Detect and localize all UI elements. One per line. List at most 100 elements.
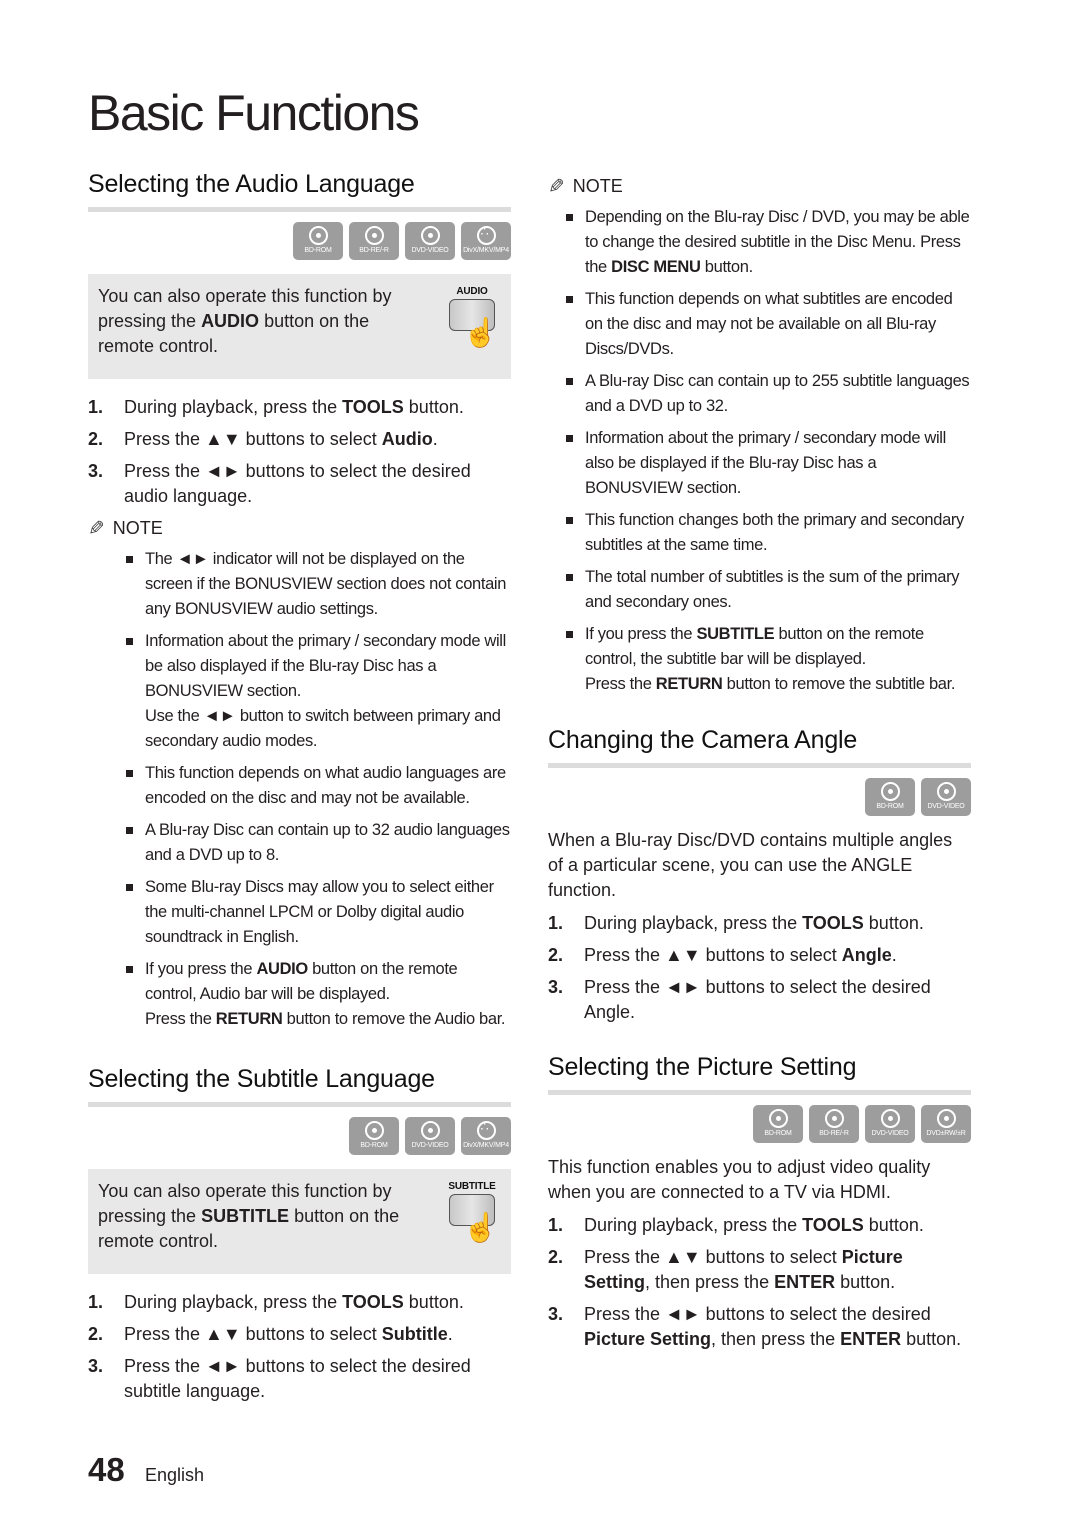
pencil-icon: ✎ bbox=[548, 176, 565, 198]
dvd-video-icon: DVD-VIDEO bbox=[921, 778, 971, 816]
text-run: Press the ▲▼ buttons to select bbox=[584, 1247, 842, 1267]
bullet-square-icon bbox=[566, 574, 573, 581]
bd-rom-icon: BD-ROM bbox=[349, 1117, 399, 1155]
note-item: This function depends on what subtitles … bbox=[528, 287, 971, 362]
disc-compat-icons: BD-ROM DVD-VIDEO DivX/MKV/MP4 bbox=[88, 1117, 511, 1157]
disc-glyph-icon bbox=[308, 226, 328, 245]
pencil-icon: ✎ bbox=[88, 518, 105, 540]
text-run: Some Blu-ray Discs may allow you to sele… bbox=[145, 878, 494, 946]
text-run: , then press the bbox=[711, 1329, 841, 1349]
bold-term: ENTER bbox=[840, 1329, 902, 1349]
text-run: button. bbox=[901, 1329, 962, 1349]
text-run: Information about the primary / secondar… bbox=[145, 632, 506, 700]
intro-paragraph: This function enables you to adjust vide… bbox=[548, 1157, 931, 1202]
step-number: 3. bbox=[88, 461, 104, 481]
dvd-video-icon: DVD-VIDEO bbox=[405, 222, 455, 260]
text-run: A Blu-ray Disc can contain up to 32 audi… bbox=[145, 821, 510, 864]
bullet-square-icon bbox=[126, 770, 133, 777]
disc-glyph-icon bbox=[364, 1121, 384, 1140]
step-item: 2. Press the ▲▼ buttons to select Angle. bbox=[548, 943, 971, 968]
bold-term: RETURN bbox=[655, 675, 723, 693]
step-number: 1. bbox=[548, 1215, 564, 1235]
bd-rom-icon: BD-ROM bbox=[293, 222, 343, 260]
text-run: This function depends on what subtitles … bbox=[585, 290, 953, 358]
note-label: NOTE bbox=[112, 518, 163, 538]
text-run: Press the ◄► buttons to select the desir… bbox=[124, 1356, 471, 1401]
bold-term: SUBTITLE bbox=[696, 625, 775, 643]
step-item: 3. Press the ◄► buttons to select the des… bbox=[548, 975, 971, 1025]
dvd-rw-r-icon: DVD±RW/±R bbox=[921, 1105, 971, 1143]
step-item: 1. During playback, press the TOOLS butto… bbox=[88, 395, 511, 420]
disc-glyph-icon bbox=[824, 1109, 844, 1128]
icon-label: DVD-VIDEO bbox=[411, 1142, 449, 1149]
section-heading: Selecting the Picture Setting bbox=[548, 1053, 971, 1095]
icon-label: DVD-VIDEO bbox=[927, 803, 965, 810]
notes-list: The ◄► indicator will not be displayed o… bbox=[88, 547, 511, 1032]
text-run: . bbox=[432, 429, 438, 449]
text-run: Press the ▲▼ buttons to select bbox=[124, 429, 382, 449]
steps-list: 1. During playback, press the TOOLS butto… bbox=[548, 911, 971, 1025]
bullet-square-icon bbox=[566, 296, 573, 303]
bold-term: Audio bbox=[381, 429, 433, 449]
text-run: Press the bbox=[145, 1010, 216, 1028]
page-title: Basic Functions bbox=[88, 85, 420, 141]
step-number: 3. bbox=[548, 977, 564, 997]
text-run: Press the ◄► buttons to select the desir… bbox=[124, 461, 471, 506]
note-item: A Blu-ray Disc can contain up to 32 audi… bbox=[88, 818, 511, 868]
bullet-square-icon bbox=[566, 517, 573, 524]
note-item: This function depends on what audio lang… bbox=[88, 761, 511, 811]
film-reel-icon bbox=[476, 1119, 496, 1140]
step-item: 3. Press the ◄► buttons to select the des… bbox=[88, 1354, 511, 1404]
bold-term: TOOLS bbox=[802, 913, 864, 933]
disc-glyph-icon bbox=[420, 1121, 440, 1140]
bullet-square-icon bbox=[566, 378, 573, 385]
remote-tip-box: You can also operate this function by pr… bbox=[88, 274, 511, 379]
icon-label: BD-RE/-R bbox=[359, 247, 389, 254]
text-run: During playback, press the bbox=[584, 913, 803, 933]
bold-term: Picture Setting bbox=[584, 1329, 712, 1349]
icon-label: BD-ROM bbox=[876, 803, 904, 810]
bullet-square-icon bbox=[126, 556, 133, 563]
bold-term: ENTER bbox=[774, 1272, 836, 1292]
step-number: 2. bbox=[548, 945, 564, 965]
text-run: Press the ▲▼ buttons to select bbox=[124, 1324, 382, 1344]
subtitle-language-section: Selecting the Subtitle Language BD-ROM DV… bbox=[88, 1065, 511, 1411]
tip-text: You can also operate this function by pr… bbox=[98, 1179, 428, 1254]
note-item: Information about the primary / secondar… bbox=[528, 426, 971, 501]
disc-glyph-icon bbox=[768, 1109, 788, 1128]
pointing-hand-icon: ☝ bbox=[463, 317, 498, 348]
disc-glyph-icon bbox=[420, 226, 440, 245]
bullet-square-icon bbox=[126, 966, 133, 973]
intro-paragraph: When a Blu-ray Disc/DVD contains multipl… bbox=[548, 830, 953, 900]
subtitle-notes-list: Depending on the Blu-ray Disc / DVD, you… bbox=[528, 205, 971, 697]
text-run: This function changes both the primary a… bbox=[585, 511, 964, 554]
step-item: 2. Press the ▲▼ buttons to select Subtitl… bbox=[88, 1322, 511, 1347]
text-run: button. bbox=[403, 1292, 464, 1312]
remote-tip-box: You can also operate this function by pr… bbox=[88, 1169, 511, 1274]
right-column: ✎ NOTE Depending on the Blu-ray Disc / D… bbox=[548, 170, 971, 1349]
steps-list: 1. During playback, press the TOOLS butto… bbox=[88, 1290, 511, 1404]
bullet-square-icon bbox=[126, 827, 133, 834]
bold-term: RETURN bbox=[215, 1010, 283, 1028]
note-item: If you press the AUDIO button on the rem… bbox=[88, 957, 511, 1032]
disc-compat-icons: BD-ROM BD-RE/-R DVD-VIDEO DivX/MKV/MP4 bbox=[88, 222, 511, 262]
film-reel-icon bbox=[476, 224, 496, 245]
left-column: Selecting the Audio Language BD-ROM BD-RE… bbox=[88, 170, 511, 1401]
text-run: If you press the bbox=[145, 960, 257, 978]
icon-label: DivX/MKV/MP4 bbox=[463, 247, 509, 254]
step-number: 2. bbox=[88, 1324, 104, 1344]
remote-button-illustration: AUDIO ☝ bbox=[447, 286, 498, 348]
bd-rom-icon: BD-ROM bbox=[753, 1105, 803, 1143]
bold-term: DISC MENU bbox=[611, 258, 701, 276]
text-run: button to remove the subtitle bar. bbox=[722, 675, 956, 693]
text-run: button. bbox=[863, 913, 924, 933]
section-heading: Changing the Camera Angle bbox=[548, 726, 971, 768]
audio-language-section: Selecting the Audio Language BD-ROM BD-RE… bbox=[88, 170, 511, 1032]
text-run: During playback, press the bbox=[124, 397, 343, 417]
text-run: button to remove the Audio bar. bbox=[282, 1010, 506, 1028]
page-number: 48 bbox=[88, 1451, 125, 1488]
icon-label: BD-ROM bbox=[304, 247, 332, 254]
step-number: 3. bbox=[88, 1356, 104, 1376]
picture-setting-section: Selecting the Picture Setting BD-ROM BD-R… bbox=[548, 1053, 971, 1359]
steps-list: 1. During playback, press the TOOLS butto… bbox=[548, 1213, 971, 1352]
